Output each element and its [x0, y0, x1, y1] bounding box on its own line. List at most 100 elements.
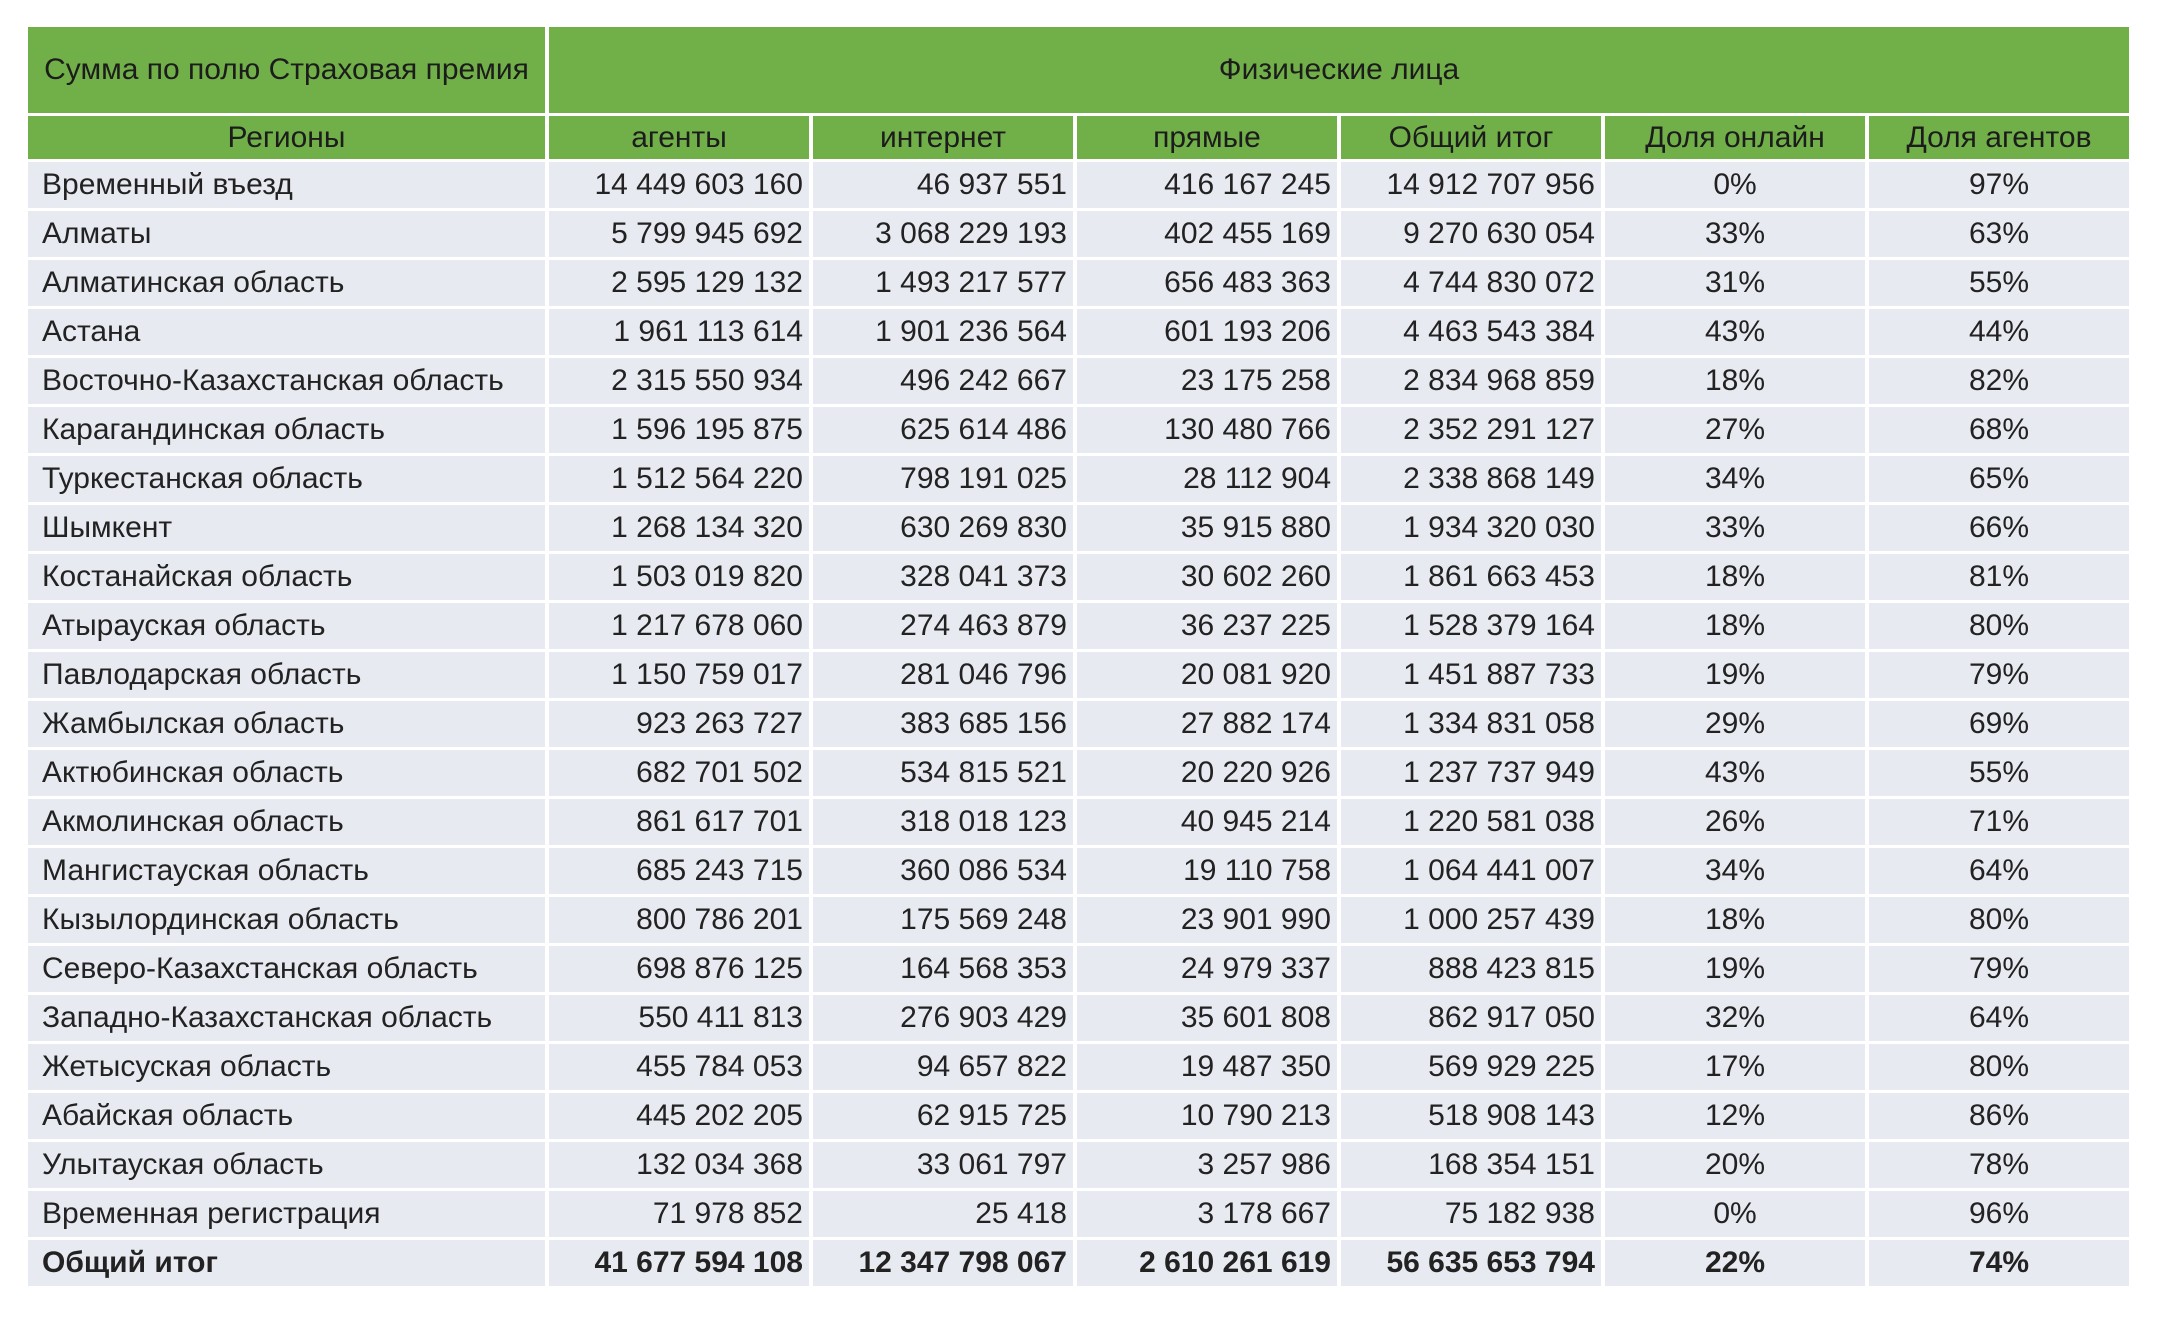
cell-agents-share: 64% — [1869, 995, 2130, 1041]
cell-agents-share: 44% — [1869, 309, 2130, 355]
cell-region: Акмолинская область — [28, 799, 545, 845]
cell-direct: 656 483 363 — [1077, 260, 1337, 306]
cell-direct: 35 601 808 — [1077, 995, 1337, 1041]
cell-grand-total: 2 834 968 859 — [1341, 358, 1601, 404]
cell-agents-share: 96% — [1869, 1191, 2130, 1237]
cell-agents: 800 786 201 — [549, 897, 809, 943]
cell-internet: 62 915 725 — [813, 1093, 1073, 1139]
cell-internet: 360 086 534 — [813, 848, 1073, 894]
cell-online-share: 34% — [1605, 848, 1865, 894]
cell-region: Западно-Казахстанская область — [28, 995, 545, 1041]
cell-online-share: 18% — [1605, 603, 1865, 649]
cell-grand-total: 75 182 938 — [1341, 1191, 1601, 1237]
column-header-grand-total: Общий итог — [1341, 116, 1601, 159]
table-row: Жетысуская область 455 784 053 94 657 822 1… — [28, 1044, 2130, 1090]
cell-agents-share: 78% — [1869, 1142, 2130, 1188]
cell-direct: 23 901 990 — [1077, 897, 1337, 943]
cell-region: Актюбинская область — [28, 750, 545, 796]
cell-agents: 1 961 113 614 — [549, 309, 809, 355]
cell-agents: 923 263 727 — [549, 701, 809, 747]
cell-internet: 630 269 830 — [813, 505, 1073, 551]
cell-grand-total: 862 917 050 — [1341, 995, 1601, 1041]
cell-direct: 20 220 926 — [1077, 750, 1337, 796]
cell-internet: 25 418 — [813, 1191, 1073, 1237]
cell-agents: 41 677 594 108 — [549, 1240, 809, 1286]
cell-agents-share: 55% — [1869, 750, 2130, 796]
cell-agents: 2 315 550 934 — [549, 358, 809, 404]
cell-online-share: 18% — [1605, 358, 1865, 404]
cell-online-share: 12% — [1605, 1093, 1865, 1139]
table-row: Алматинская область 2 595 129 132 1 493 21… — [28, 260, 2130, 306]
cell-region: Карагандинская область — [28, 407, 545, 453]
column-header-online-share: Доля онлайн — [1605, 116, 1865, 159]
cell-agents: 550 411 813 — [549, 995, 809, 1041]
cell-online-share: 43% — [1605, 309, 1865, 355]
cell-agents: 132 034 368 — [549, 1142, 809, 1188]
cell-agents-share: 71% — [1869, 799, 2130, 845]
cell-direct: 130 480 766 — [1077, 407, 1337, 453]
cell-grand-total: 1 861 663 453 — [1341, 554, 1601, 600]
cell-grand-total: 1 220 581 038 — [1341, 799, 1601, 845]
cell-online-share: 17% — [1605, 1044, 1865, 1090]
cell-online-share: 0% — [1605, 1191, 1865, 1237]
cell-direct: 19 110 758 — [1077, 848, 1337, 894]
cell-internet: 496 242 667 — [813, 358, 1073, 404]
cell-agents-share: 80% — [1869, 897, 2130, 943]
cell-internet: 328 041 373 — [813, 554, 1073, 600]
cell-internet: 276 903 429 — [813, 995, 1073, 1041]
cell-direct: 601 193 206 — [1077, 309, 1337, 355]
cell-internet: 281 046 796 — [813, 652, 1073, 698]
cell-agents: 1 217 678 060 — [549, 603, 809, 649]
cell-region: Временный въезд — [28, 162, 545, 208]
cell-direct: 3 178 667 — [1077, 1191, 1337, 1237]
cell-agents: 2 595 129 132 — [549, 260, 809, 306]
table-row: Западно-Казахстанская область 550 411 813… — [28, 995, 2130, 1041]
cell-direct: 416 167 245 — [1077, 162, 1337, 208]
cell-online-share: 20% — [1605, 1142, 1865, 1188]
cell-agents: 14 449 603 160 — [549, 162, 809, 208]
cell-grand-total: 4 463 543 384 — [1341, 309, 1601, 355]
cell-region: Временная регистрация — [28, 1191, 545, 1237]
table-row: Временный въезд 14 449 603 160 46 937 551 4… — [28, 162, 2130, 208]
cell-agents: 1 596 195 875 — [549, 407, 809, 453]
cell-agents-share: 80% — [1869, 603, 2130, 649]
cell-online-share: 29% — [1605, 701, 1865, 747]
cell-grand-total: 1 528 379 164 — [1341, 603, 1601, 649]
cell-online-share: 43% — [1605, 750, 1865, 796]
cell-online-share: 26% — [1605, 799, 1865, 845]
cell-direct: 40 945 214 — [1077, 799, 1337, 845]
table-row: Атырауская область 1 217 678 060 274 463 8… — [28, 603, 2130, 649]
cell-online-share: 34% — [1605, 456, 1865, 502]
cell-direct: 2 610 261 619 — [1077, 1240, 1337, 1286]
cell-direct: 10 790 213 — [1077, 1093, 1337, 1139]
cell-internet: 164 568 353 — [813, 946, 1073, 992]
cell-internet: 625 614 486 — [813, 407, 1073, 453]
cell-grand-total: 1 000 257 439 — [1341, 897, 1601, 943]
table-row: Временная регистрация 71 978 852 25 418 3 1… — [28, 1191, 2130, 1237]
cell-region: Шымкент — [28, 505, 545, 551]
cell-agents: 1 512 564 220 — [549, 456, 809, 502]
cell-region: Абайская область — [28, 1093, 545, 1139]
cell-internet: 33 061 797 — [813, 1142, 1073, 1188]
column-header-regions: Регионы — [28, 116, 545, 159]
cell-internet: 383 685 156 — [813, 701, 1073, 747]
cell-agents-share: 68% — [1869, 407, 2130, 453]
cell-agents-share: 80% — [1869, 1044, 2130, 1090]
cell-grand-total: 1 451 887 733 — [1341, 652, 1601, 698]
cell-internet: 94 657 822 — [813, 1044, 1073, 1090]
cell-internet: 1 493 217 577 — [813, 260, 1073, 306]
pivot-table-container: Сумма по полю Страховая премия Физически… — [28, 27, 2134, 1289]
cell-agents-share: 97% — [1869, 162, 2130, 208]
cell-agents-share: 69% — [1869, 701, 2130, 747]
cell-grand-total: 2 338 868 149 — [1341, 456, 1601, 502]
cell-grand-total: 14 912 707 956 — [1341, 162, 1601, 208]
cell-direct: 3 257 986 — [1077, 1142, 1337, 1188]
cell-region: Павлодарская область — [28, 652, 545, 698]
cell-agents-share: 79% — [1869, 946, 2130, 992]
cell-agents: 71 978 852 — [549, 1191, 809, 1237]
cell-online-share: 27% — [1605, 407, 1865, 453]
cell-region: Астана — [28, 309, 545, 355]
cell-grand-total: 2 352 291 127 — [1341, 407, 1601, 453]
cell-grand-total: 168 354 151 — [1341, 1142, 1601, 1188]
table-row: Карагандинская область 1 596 195 875 625 6… — [28, 407, 2130, 453]
